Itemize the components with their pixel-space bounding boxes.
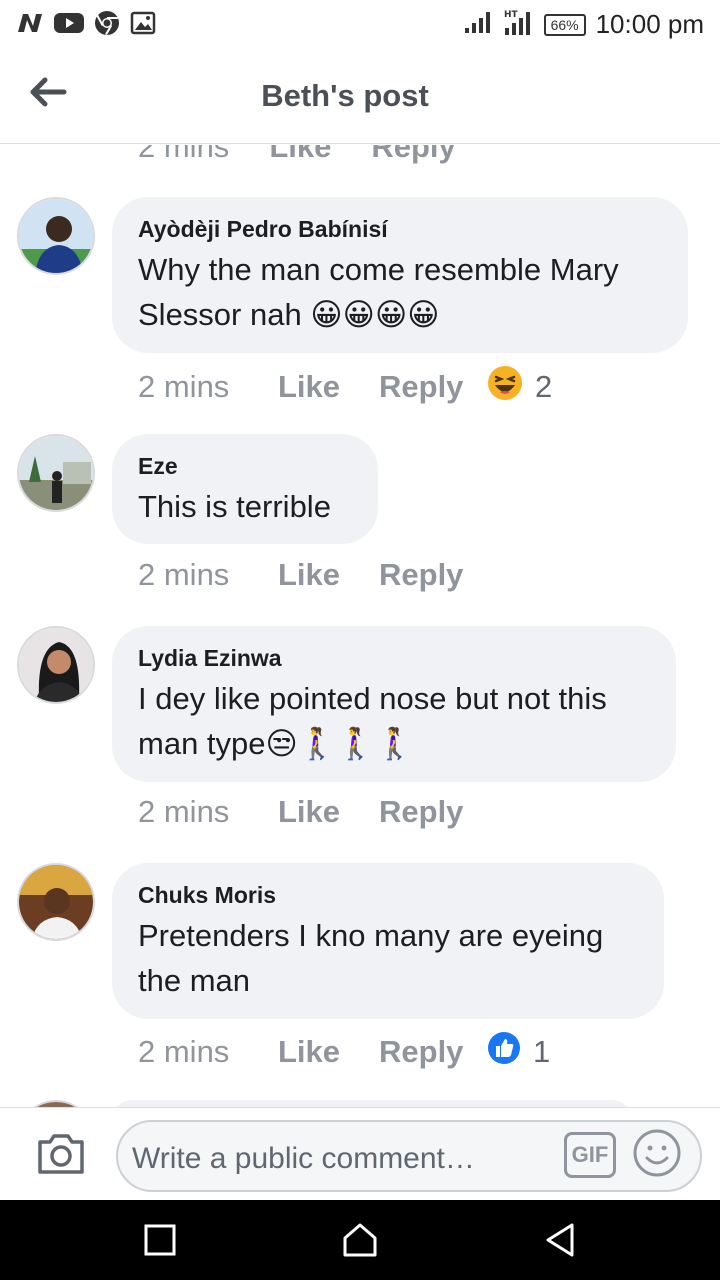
post-header: Beth's post (0, 48, 720, 144)
image-icon (130, 10, 156, 36)
comment-time: 2 mins (138, 794, 230, 829)
page-title: Beth's post (261, 78, 429, 113)
avatar[interactable] (17, 626, 95, 704)
comment-time: 2 mins (138, 557, 230, 592)
comment-time: 2 mins (138, 369, 230, 404)
signal-ht-icon: HT (502, 8, 534, 41)
comment-bubble[interactable]: Ayòdèji Pedro Babínisí Why the man come … (112, 197, 688, 353)
back-icon[interactable] (540, 1220, 580, 1260)
like-link[interactable]: Like (269, 145, 331, 165)
comment-bubble[interactable] (112, 1100, 632, 1107)
android-nav-bar (0, 1200, 720, 1280)
like-link[interactable]: Like (278, 794, 379, 830)
comment-meta: 2 mins Like Reply (138, 557, 487, 593)
comment-text: Why the man come resemble Mary Slessor n… (138, 252, 619, 332)
comment-meta: 2 mins Like Reply (138, 794, 487, 830)
n-icon (16, 10, 44, 36)
svg-text:HT: HT (504, 10, 519, 20)
reaction-summary[interactable]: 2 (487, 365, 552, 409)
like-link[interactable]: Like (278, 369, 379, 405)
reply-link[interactable]: Reply (379, 557, 487, 593)
reaction-count: 1 (533, 1034, 551, 1069)
reply-link[interactable]: Reply (371, 145, 455, 165)
status-time: 10:00 pm (595, 9, 704, 39)
youtube-icon (54, 10, 84, 36)
reply-link[interactable]: Reply (379, 794, 487, 830)
status-bar: HT 66% 10:00 pm (0, 0, 720, 48)
camera-icon[interactable] (36, 1130, 86, 1176)
comment-text: Pretenders I kno many are eyeing the man (138, 918, 604, 998)
haha-reaction-icon (487, 365, 523, 409)
comment-author[interactable]: Lydia Ezinwa (138, 644, 650, 672)
comment-text: This is terrible (138, 489, 331, 524)
like-link[interactable]: Like (278, 1034, 379, 1070)
reply-link[interactable]: Reply (379, 369, 487, 405)
reaction-count: 2 (535, 369, 553, 404)
comment-composer: Write a public comment… GIF (0, 1107, 720, 1200)
chrome-icon (94, 10, 120, 36)
comment-meta: 2 mins Like Reply 2 (138, 365, 552, 409)
reaction-summary[interactable]: 1 (487, 1031, 550, 1073)
recents-icon[interactable] (140, 1220, 180, 1260)
like-link[interactable]: Like (278, 557, 379, 593)
comment-bubble[interactable]: Lydia Ezinwa I dey like pointed nose but… (112, 626, 676, 782)
avatar[interactable] (17, 1100, 95, 1107)
avatar[interactable] (17, 197, 95, 275)
comment-author[interactable]: Chuks Moris (138, 881, 638, 909)
comment-time: 2 mins (138, 145, 230, 164)
avatar[interactable] (17, 863, 95, 941)
like-reaction-icon (487, 1031, 521, 1073)
comment-text: I dey like pointed nose but not this man… (138, 681, 607, 761)
comment-author[interactable]: Eze (138, 452, 352, 480)
comment-meta: 2 mins Like Reply 1 (138, 1031, 550, 1073)
avatar[interactable] (17, 434, 95, 512)
battery-indicator: 66% (543, 13, 586, 36)
comment-input-placeholder: Write a public comment… (132, 1142, 475, 1175)
signal-icon (464, 10, 492, 39)
gif-button[interactable]: GIF (564, 1132, 616, 1178)
comment-bubble[interactable]: Chuks Moris Pretenders I kno many are ey… (112, 863, 664, 1019)
comment-author[interactable]: Ayòdèji Pedro Babínisí (138, 215, 662, 243)
emoji-icon[interactable] (632, 1128, 682, 1178)
home-icon[interactable] (340, 1220, 380, 1260)
comment-list[interactable]: 2 mins Like Reply Ayòdèji Pedro Babínisí… (0, 145, 720, 1107)
comment-input[interactable]: Write a public comment… GIF (116, 1120, 702, 1192)
partial-comment-meta: 2 mins Like Reply (138, 145, 456, 165)
comment-time: 2 mins (138, 1034, 230, 1069)
reply-link[interactable]: Reply (379, 1034, 487, 1070)
comment-bubble[interactable]: Eze This is terrible (112, 434, 378, 544)
